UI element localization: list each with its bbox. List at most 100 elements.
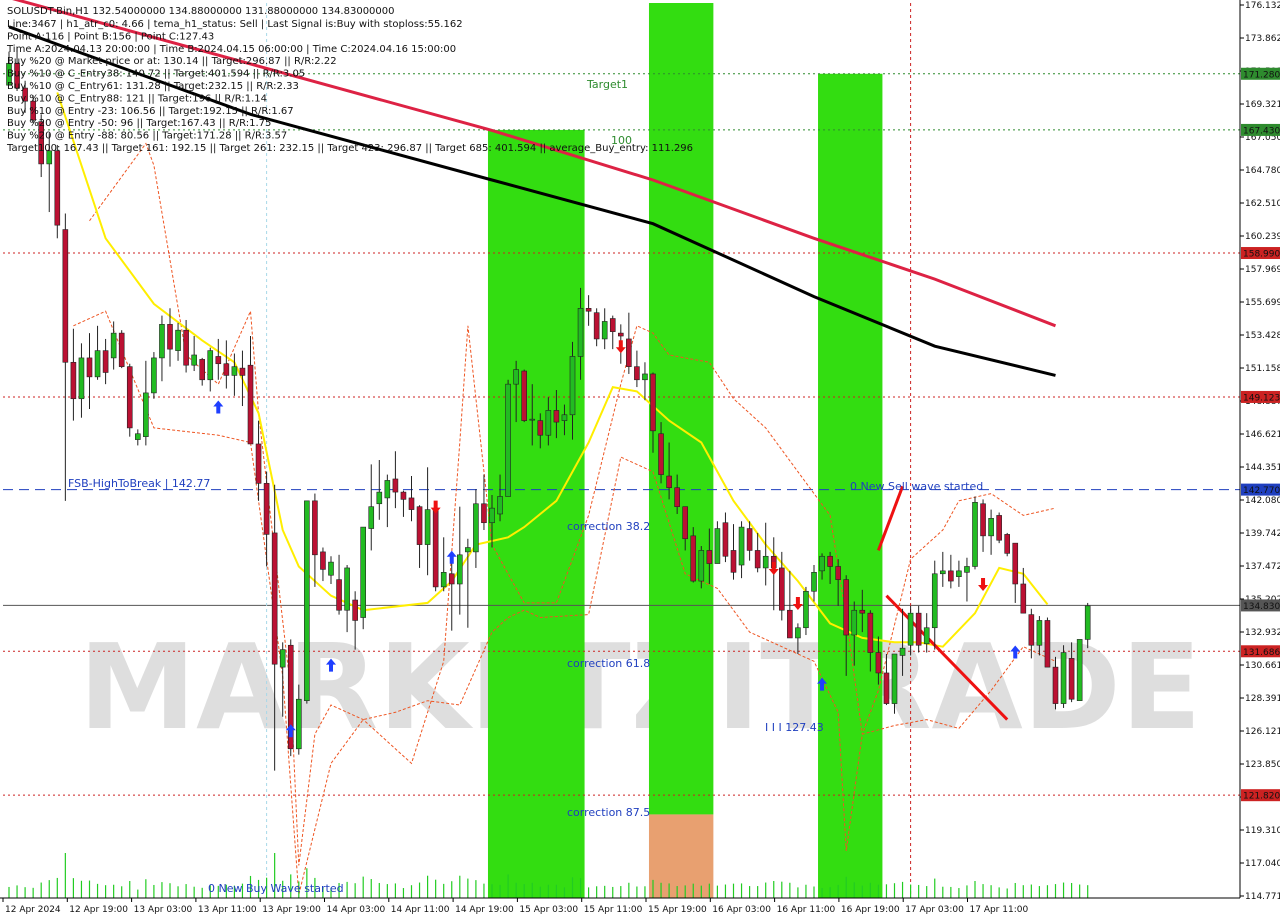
y-tick-label: 128.391: [1245, 694, 1280, 704]
candle-body-bull: [295, 698, 302, 750]
candle-body-bear: [448, 573, 455, 585]
header-info-line: Time A:2024.04.13 20:00:00 | Time B:2024…: [6, 44, 456, 55]
candle-body-bear: [859, 609, 866, 614]
candle-body-bear: [70, 361, 77, 400]
candle: [126, 363, 133, 437]
candle-body-bull: [1076, 639, 1083, 701]
candle-body-bull: [1036, 620, 1043, 646]
candle-body-bear: [778, 567, 785, 611]
candle-body-bear: [126, 366, 133, 429]
candle-body-bull: [899, 647, 906, 656]
candle-body-bull: [110, 332, 117, 359]
candle: [151, 352, 157, 399]
candle-body-bear: [690, 535, 697, 582]
y-tick-label: 119.310: [1245, 826, 1280, 836]
candle-body-bull: [819, 555, 825, 572]
x-tick-label: 16 Apr 11:00: [777, 905, 836, 915]
candle-body-bear: [827, 555, 833, 567]
candle-body-bear: [585, 308, 592, 312]
candle-body-bull: [738, 526, 745, 566]
candle-body-bear: [948, 570, 954, 582]
candle-body-bull: [1060, 652, 1067, 704]
y-tick-label: 153.428: [1245, 331, 1280, 341]
candle-body-bull: [1084, 605, 1091, 640]
candle-body-bear: [1044, 620, 1051, 668]
candle-body-bear: [223, 363, 230, 376]
candle-body-bear: [247, 364, 254, 445]
y-tick-label: 123.850: [1245, 760, 1280, 770]
candle-body-bull: [231, 366, 238, 376]
candle-body-bear: [593, 312, 600, 340]
candle: [1060, 645, 1067, 708]
candle-body-bear: [86, 357, 93, 378]
candle-body-bear: [746, 528, 753, 551]
buy-wave-label: 0 New Buy Wave started: [208, 882, 344, 895]
x-tick-label: 14 Apr 11:00: [391, 905, 450, 915]
candle-body-bear: [481, 503, 487, 524]
candle-body-bear: [118, 332, 125, 367]
candle: [360, 526, 367, 630]
x-tick-label: 16 Apr 19:00: [841, 905, 900, 915]
y-tick-label: 114.771: [1245, 892, 1280, 902]
candle-body-bear: [167, 324, 173, 350]
candle-body-bull: [762, 555, 769, 569]
candle: [505, 379, 511, 497]
y-tick-label: 126.121: [1245, 727, 1280, 737]
candle-body-bear: [102, 350, 109, 373]
candle-body-bull: [642, 373, 648, 381]
candle-body-bull: [545, 410, 552, 436]
candle-body-bear: [609, 318, 616, 332]
header-info-line: Buy %10 @ C_Entry88: 121 || Target:196 |…: [7, 93, 267, 104]
candle-body-bull: [569, 356, 576, 416]
x-tick-label: 16 Apr 03:00: [712, 905, 771, 915]
zones-layer: [487, 3, 883, 899]
level-price-tag: 149.123: [1243, 393, 1280, 403]
y-tick-label: 132.932: [1245, 628, 1280, 638]
candle-body-bull: [964, 566, 970, 573]
candle-body-bull: [78, 357, 85, 400]
candle-body-bear: [730, 550, 737, 573]
x-tick-label: 14 Apr 19:00: [455, 905, 514, 915]
y-tick-label: 142.080: [1245, 496, 1280, 506]
candle: [1004, 532, 1011, 557]
candle-body-bull: [851, 609, 858, 636]
candle-body-bull: [384, 480, 391, 499]
candle-body-bull: [956, 570, 962, 577]
candle-body-bear: [915, 612, 922, 646]
candle-body-bull: [279, 649, 286, 668]
level-price-tag: 142.770: [1243, 486, 1280, 496]
x-tick-label: 15 Apr 03:00: [519, 905, 578, 915]
candle-body-bull: [143, 392, 149, 437]
candle-body-bull: [505, 383, 511, 497]
candle-body-bear: [1068, 658, 1075, 700]
y-tick-label: 151.158: [1245, 364, 1280, 374]
candle-body-bear: [617, 332, 624, 337]
candle-body-bull: [795, 627, 801, 639]
candle-body-bear: [754, 550, 761, 569]
y-tick-label: 164.780: [1245, 166, 1280, 176]
candle-body-bear: [537, 420, 544, 436]
chart-svg[interactable]: MARKETZITRADE Target1100FSB-HighToBreak …: [0, 0, 1280, 920]
y-tick-label: 130.661: [1245, 661, 1280, 671]
y-tick-label: 146.621: [1245, 430, 1280, 440]
candle-body-bear: [392, 478, 399, 493]
x-tick-label: 13 Apr 11:00: [198, 905, 257, 915]
candle-body-bear: [1012, 542, 1019, 585]
point-c-label: I I I 127.43: [765, 721, 824, 734]
candle: [287, 639, 294, 757]
candle-body-bear: [706, 550, 713, 564]
candle-body-bear: [199, 359, 205, 381]
candle-body-bull: [803, 590, 809, 629]
candle-body-bull: [988, 518, 994, 537]
candle: [803, 586, 809, 636]
candle-body-bear: [62, 229, 69, 363]
y-tick-label: 137.472: [1245, 562, 1280, 572]
header-info-line: Line:3467 | h1_atr_c0: 4.66 | tema_h1_st…: [7, 19, 463, 30]
y-tick-label: 176.132: [1245, 1, 1280, 11]
candle-body-bull: [135, 433, 141, 440]
candle-body-bear: [843, 579, 850, 636]
candle-body-bear: [312, 500, 318, 556]
header-info-line: Buy %10 @ C_Entry38: 140.72 || Target:40…: [7, 69, 305, 80]
target1-label: Target1: [586, 78, 628, 91]
zone-green-1: [648, 3, 714, 815]
